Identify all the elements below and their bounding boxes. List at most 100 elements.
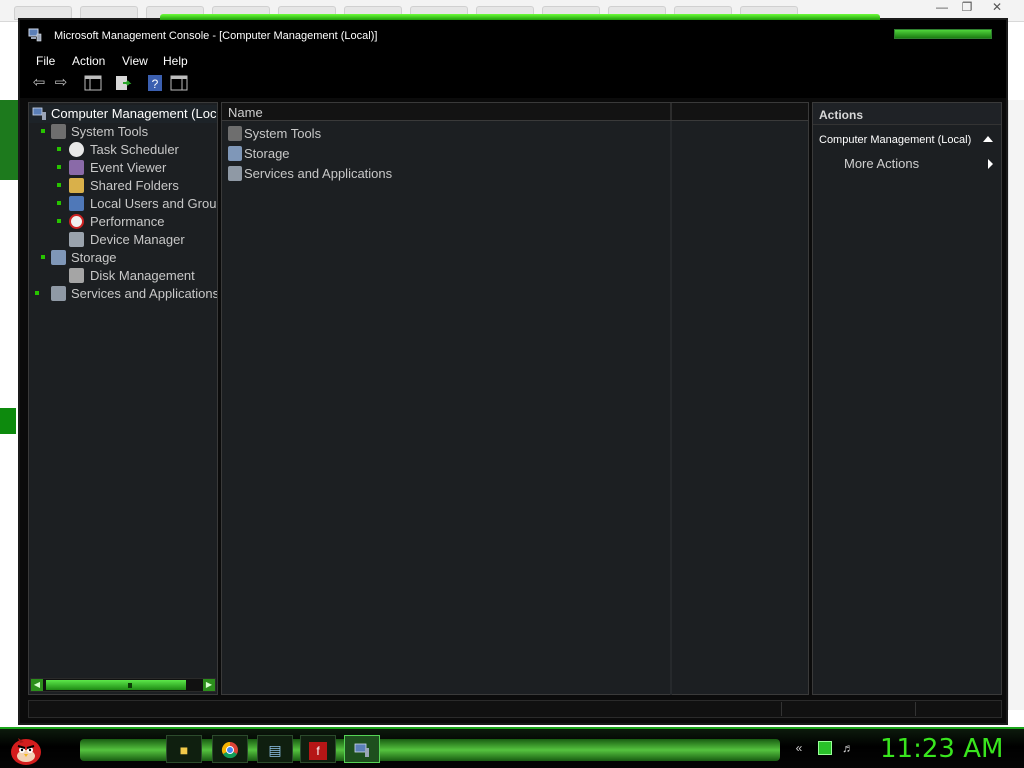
tree-item-computer-management[interactable]: Computer Management (Loc bbox=[29, 105, 217, 123]
tree-item-storage[interactable]: Storage bbox=[29, 249, 217, 267]
taskbar-notepad-button[interactable]: ▤ bbox=[257, 735, 293, 763]
disk-icon bbox=[69, 268, 84, 283]
performance-icon bbox=[69, 214, 84, 229]
network-icon[interactable] bbox=[818, 741, 832, 755]
tree-item-label: Performance bbox=[90, 214, 165, 229]
tree-item-label: Disk Management bbox=[90, 268, 195, 283]
menu-action[interactable]: Action bbox=[72, 54, 105, 68]
tree-item-label: Device Manager bbox=[90, 232, 185, 247]
background-minimize-icon[interactable]: — bbox=[930, 0, 954, 16]
taskbar: ■ ▤ f « ♬ 11:23 AM bbox=[0, 727, 1024, 768]
window-controls[interactable] bbox=[894, 29, 992, 39]
forward-arrow-icon[interactable]: ⇨ bbox=[52, 74, 70, 92]
computer-management-icon bbox=[28, 28, 42, 42]
tree-item-label: System Tools bbox=[71, 124, 149, 139]
tree-item-event-viewer[interactable]: Event Viewer bbox=[29, 159, 217, 177]
tree-item-disk-management[interactable]: Disk Management bbox=[29, 267, 217, 285]
chrome-icon bbox=[221, 741, 238, 759]
column-divider bbox=[670, 121, 672, 695]
collapse-up-icon[interactable] bbox=[983, 136, 993, 142]
folder-icon: ■ bbox=[179, 742, 189, 758]
background-scrollbar[interactable] bbox=[1008, 100, 1024, 710]
tree-item-label: Event Viewer bbox=[90, 160, 167, 175]
submenu-arrow-icon bbox=[988, 159, 993, 169]
storage-icon bbox=[228, 146, 242, 161]
list-header: Name bbox=[222, 103, 808, 121]
background-close-icon[interactable]: ✕ bbox=[985, 0, 1009, 16]
tree-item-task-scheduler[interactable]: Task Scheduler bbox=[29, 141, 217, 159]
tree-root-label: Computer Management (Loc bbox=[51, 106, 217, 121]
title-bar[interactable]: Microsoft Management Console - [Computer… bbox=[20, 20, 1006, 50]
volume-icon[interactable]: ♬ bbox=[841, 741, 855, 755]
tree-item-label: Services and Applications bbox=[71, 286, 218, 301]
window-title: Microsoft Management Console - [Computer… bbox=[54, 30, 378, 42]
console-tree[interactable]: Computer Management (Loc System Tools Ta… bbox=[28, 102, 218, 695]
status-separator bbox=[781, 702, 782, 716]
clock-icon bbox=[69, 142, 84, 157]
scroll-right-icon[interactable]: ▶ bbox=[203, 679, 215, 691]
tree-expander[interactable] bbox=[57, 183, 61, 187]
tree-horizontal-scrollbar[interactable]: ◀ ▶ bbox=[30, 678, 216, 692]
status-separator bbox=[915, 702, 916, 716]
tree-expander[interactable] bbox=[41, 129, 45, 133]
tree-item-performance[interactable]: Performance bbox=[29, 213, 217, 231]
services-icon bbox=[51, 286, 66, 301]
tree-expander[interactable] bbox=[57, 147, 61, 151]
local-users-icon bbox=[69, 196, 84, 211]
tree-item-local-users[interactable]: Local Users and Grou bbox=[29, 195, 217, 213]
actions-section-label: Computer Management (Local) bbox=[819, 134, 972, 146]
actions-title: Actions bbox=[819, 108, 864, 122]
tree-item-device-manager[interactable]: Device Manager bbox=[29, 231, 217, 249]
scrollbar-grip bbox=[128, 683, 132, 688]
show-hide-console-tree-icon[interactable] bbox=[84, 74, 102, 92]
menu-help[interactable]: Help bbox=[163, 54, 188, 68]
device-manager-icon bbox=[69, 232, 84, 247]
column-header-name[interactable]: Name bbox=[228, 105, 263, 120]
actions-pane: Actions Computer Management (Local) More… bbox=[812, 102, 1002, 695]
column-separator[interactable] bbox=[670, 103, 672, 120]
actions-header: Actions bbox=[813, 103, 1001, 125]
taskbar-flash-button[interactable]: f bbox=[300, 735, 336, 763]
list-item-label: Storage bbox=[244, 146, 290, 161]
status-bar bbox=[28, 700, 1002, 718]
taskbar-clock[interactable]: 11:23 AM bbox=[880, 734, 1003, 764]
tree-item-shared-folders[interactable]: Shared Folders bbox=[29, 177, 217, 195]
toolbar: ⇦ ⇨ ? bbox=[20, 70, 1006, 98]
tree-item-label: Storage bbox=[71, 250, 117, 265]
back-arrow-icon[interactable]: ⇦ bbox=[30, 74, 48, 92]
taskbar-chrome-button[interactable] bbox=[212, 735, 248, 763]
tree-item-system-tools[interactable]: System Tools bbox=[29, 123, 217, 141]
actions-section-computer-management[interactable]: Computer Management (Local) bbox=[813, 129, 1001, 151]
start-button-angry-bird-icon[interactable] bbox=[8, 732, 44, 766]
results-pane[interactable]: Name System Tools Storage Services and A… bbox=[221, 102, 809, 695]
tree-item-label: Shared Folders bbox=[90, 178, 179, 193]
export-list-icon[interactable] bbox=[114, 74, 132, 92]
computer-management-icon bbox=[354, 743, 369, 757]
storage-icon bbox=[51, 250, 66, 265]
show-hide-action-pane-icon[interactable] bbox=[170, 74, 188, 92]
menu-file[interactable]: File bbox=[36, 54, 55, 68]
mmc-window: Microsoft Management Console - [Computer… bbox=[18, 14, 1008, 725]
tree-expander[interactable] bbox=[41, 255, 45, 259]
notepad-icon: ▤ bbox=[268, 742, 282, 758]
computer-management-icon bbox=[32, 107, 46, 120]
menu-view[interactable]: View bbox=[122, 54, 148, 68]
tree-item-services-and-applications[interactable]: Services and Applications bbox=[29, 285, 218, 303]
taskbar-explorer-button[interactable]: ■ bbox=[166, 735, 202, 763]
help-icon[interactable]: ? bbox=[146, 74, 164, 92]
svg-text:?: ? bbox=[152, 77, 159, 91]
tree-expander[interactable] bbox=[35, 291, 39, 295]
background-page-block bbox=[0, 408, 16, 434]
tree-expander[interactable] bbox=[57, 201, 61, 205]
scrollbar-thumb[interactable] bbox=[46, 680, 186, 690]
scroll-left-icon[interactable]: ◀ bbox=[31, 679, 43, 691]
taskbar-mmc-button[interactable] bbox=[344, 735, 380, 763]
tree-expander[interactable] bbox=[57, 219, 61, 223]
background-restore-icon[interactable]: ❐ bbox=[955, 0, 979, 16]
tree-expander[interactable] bbox=[57, 165, 61, 169]
tray-show-hidden-icon[interactable]: « bbox=[792, 741, 806, 755]
action-more-actions[interactable]: More Actions bbox=[813, 154, 1001, 174]
background-page-banner bbox=[0, 100, 18, 180]
action-label: More Actions bbox=[844, 156, 920, 171]
tools-icon bbox=[51, 124, 66, 139]
